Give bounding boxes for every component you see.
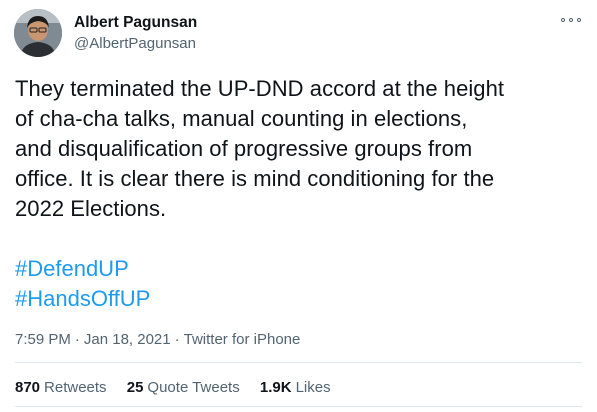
divider [15, 362, 582, 363]
quote-tweets-label: Quote Tweets [147, 379, 240, 396]
divider [15, 406, 582, 407]
tweet-stats: 870 Retweets 25 Quote Tweets 1.9K Likes [15, 378, 347, 398]
tweet-date[interactable]: Jan 18, 2021 [84, 331, 171, 348]
avatar[interactable] [14, 9, 62, 57]
hashtag-handsoffup[interactable]: #HandsOffUP [15, 284, 150, 314]
more-dot [561, 18, 565, 22]
tweet-time[interactable]: 7:59 PM [15, 331, 71, 348]
tweet-source[interactable]: Twitter for iPhone [184, 331, 301, 348]
more-dot [577, 18, 581, 22]
likes-label: Likes [295, 379, 331, 396]
tweet-card: Albert Pagunsan @AlbertPagunsan They ter… [0, 0, 597, 412]
retweets-label: Retweets [44, 379, 107, 396]
tweet-text-line: 2022 Elections. [15, 196, 167, 221]
quote-tweets-count: 25 [126, 379, 144, 396]
hashtag-defendup[interactable]: #DefendUP [15, 254, 150, 284]
author-display-name[interactable]: Albert Pagunsan [74, 13, 197, 32]
meta-separator: · [74, 331, 80, 348]
retweets-count: 870 [15, 379, 41, 396]
meta-separator: · [174, 331, 180, 348]
more-dot [569, 18, 573, 22]
avatar-image [14, 9, 62, 57]
likes-stat[interactable]: 1.9K Likes [260, 378, 331, 398]
author-handle[interactable]: @AlbertPagunsan [74, 34, 197, 54]
more-icon[interactable] [561, 14, 581, 26]
quote-tweets-stat[interactable]: 25 Quote Tweets [127, 378, 240, 398]
author-info: Albert Pagunsan @AlbertPagunsan [74, 13, 197, 54]
tweet-text-line: They terminated the UP-DND accord at the… [15, 76, 505, 101]
tweet-text-line: office. It is clear there is mind condit… [15, 166, 495, 191]
hashtags: #DefendUP #HandsOffUP [15, 254, 150, 314]
retweets-stat[interactable]: 870 Retweets [15, 378, 107, 398]
tweet-text-line: of cha-cha talks, manual counting in ele… [15, 106, 468, 131]
likes-count: 1.9K [259, 379, 292, 396]
tweet-text: They terminated the UP-DND accord at the… [15, 74, 587, 224]
tweet-meta: 7:59 PM · Jan 18, 2021 · Twitter for iPhone [15, 330, 300, 350]
tweet-text-line: and disqualification of progressive grou… [15, 136, 473, 161]
